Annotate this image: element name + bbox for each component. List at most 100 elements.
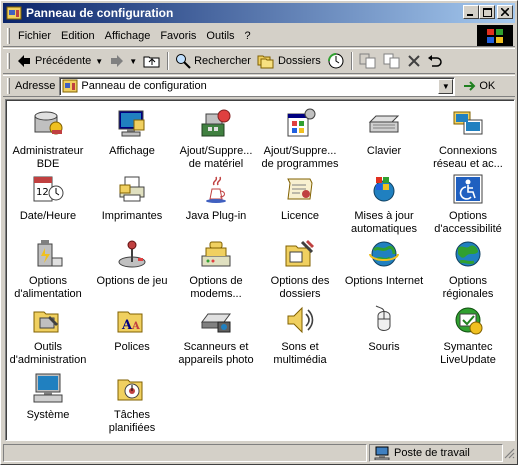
control-panel-item[interactable]: Outils d'administration	[6, 304, 90, 367]
history-button[interactable]	[324, 50, 348, 72]
address-dropdown-button[interactable]: ▼	[438, 78, 454, 94]
control-panel-view[interactable]: Administrateur BDE Affichage Ajout/Suppre.…	[5, 99, 515, 441]
menu-affichage[interactable]: Affichage	[100, 27, 156, 45]
control-panel-item[interactable]: Options de modems...	[174, 238, 258, 301]
undo-button[interactable]	[424, 50, 446, 72]
control-panel-item[interactable]: Options d'accessibilité	[426, 173, 510, 236]
search-button[interactable]: Rechercher	[172, 50, 254, 72]
control-panel-item[interactable]: Java Plug-in	[174, 173, 258, 223]
menu-edition[interactable]: Edition	[56, 27, 100, 45]
network-icon	[453, 111, 483, 135]
folders-button[interactable]: Dossiers	[254, 50, 324, 72]
go-arrow-icon	[464, 81, 476, 91]
minimize-button[interactable]	[463, 5, 479, 19]
control-panel-item-label: Ajout/Suppre... de programmes	[261, 145, 339, 170]
back-dropdown-icon[interactable]: ▼	[95, 57, 103, 66]
control-panel-item[interactable]: Souris	[342, 304, 426, 354]
control-panel-item-label: Options de modems...	[189, 275, 243, 300]
control-panel-item[interactable]: Options régionales	[426, 238, 510, 301]
back-button[interactable]: Précédente ▼	[13, 50, 106, 72]
menu-fichier[interactable]: Fichier	[13, 27, 56, 45]
delete-button[interactable]	[404, 50, 424, 72]
control-panel-item[interactable]: Affichage	[90, 108, 174, 158]
forward-dropdown-icon[interactable]: ▼	[129, 57, 137, 66]
control-panel-item-label: Mises à jour automatiques	[350, 210, 418, 235]
menu-help[interactable]: ?	[240, 27, 256, 45]
maximize-button[interactable]	[479, 5, 495, 19]
keyboard-icon	[368, 115, 400, 133]
undo-icon	[427, 55, 442, 67]
go-label: OK	[479, 80, 496, 92]
control-panel-item-label: Sons et multimédia	[273, 341, 327, 366]
delete-icon	[408, 55, 420, 67]
windows-flag-icon	[487, 28, 503, 43]
control-panel-item-label: Java Plug-in	[185, 210, 247, 222]
control-panel-item[interactable]: Options des dossiers	[258, 238, 342, 301]
control-panel-item-label: Options d'accessibilité	[434, 210, 502, 235]
search-label: Rechercher	[194, 55, 251, 67]
control-panel-item[interactable]: Ajout/Suppre... de matériel	[174, 108, 258, 171]
joystick-icon	[118, 240, 146, 268]
control-panel-item[interactable]: Symantec LiveUpdate	[426, 304, 510, 367]
control-panel-item[interactable]: Connexions réseau et ac...	[426, 108, 510, 171]
control-panel-item[interactable]: Tâches planifiées	[90, 372, 174, 435]
control-panel-item-label: Connexions réseau et ac...	[433, 145, 503, 170]
control-panel-item-label: Ajout/Suppre... de matériel	[179, 145, 253, 170]
windows-logo	[477, 25, 513, 46]
go-button[interactable]: OK	[463, 79, 495, 93]
back-label: Précédente	[35, 55, 92, 67]
control-panel-item[interactable]: Sons et multimédia	[258, 304, 342, 367]
control-panel-item-label: Souris	[368, 341, 400, 353]
control-panel-item-label: Clavier	[366, 145, 402, 157]
resize-grip-icon[interactable]	[503, 447, 515, 459]
control-panel-item[interactable]: Options de jeu	[90, 238, 174, 288]
control-panel-item-label: Système	[26, 409, 70, 421]
copy-to-button[interactable]	[380, 50, 404, 72]
move-to-button[interactable]	[356, 50, 380, 72]
menu-favoris[interactable]: Favoris	[155, 27, 201, 45]
control-panel-icon	[6, 6, 22, 20]
title-bar[interactable]: Panneau de configuration	[3, 3, 515, 23]
control-panel-item[interactable]: Clavier	[342, 108, 426, 158]
address-grip[interactable]	[7, 78, 10, 94]
status-zone-pane: Poste de travail	[369, 444, 503, 462]
admin-tools-icon	[33, 311, 59, 333]
control-panel-item[interactable]: Options d'alimentation	[6, 238, 90, 301]
control-panel-item-label: Tâches planifiées	[108, 409, 156, 434]
history-icon	[327, 53, 344, 69]
control-panel-item[interactable]: Système	[6, 372, 90, 422]
control-panel-item[interactable]: Mises à jour automatiques	[342, 173, 426, 236]
address-bar: Adresse Panneau de configuration ▼ OK	[3, 75, 515, 97]
java-icon	[206, 176, 226, 203]
control-panel-item[interactable]: A A Polices	[90, 304, 174, 354]
power-icon	[37, 240, 63, 267]
forward-arrow-icon	[111, 55, 124, 67]
svg-text:A: A	[131, 321, 140, 332]
toolbar-grip[interactable]	[7, 53, 10, 69]
search-icon	[176, 54, 191, 69]
standard-toolbar: Précédente ▼ ▼ Rechercher Dossiers	[3, 48, 515, 74]
toolbar-separator	[167, 52, 170, 70]
menu-outils[interactable]: Outils	[201, 27, 239, 45]
control-panel-item[interactable]: Ajout/Suppre... de programmes	[258, 108, 342, 171]
control-panel-item[interactable]: 12 Date/Heure	[6, 173, 90, 223]
control-panel-item[interactable]: Licence	[258, 173, 342, 223]
control-panel-item[interactable]: Options Internet	[342, 238, 426, 288]
bde-admin-icon	[34, 111, 63, 135]
control-panel-item-label: Options Internet	[344, 275, 424, 287]
copy-to-icon	[383, 53, 400, 69]
control-panel-item[interactable]: Imprimantes	[90, 173, 174, 223]
control-panel-item[interactable]: Administrateur BDE	[6, 108, 90, 171]
control-panel-item[interactable]: Scanneurs et appareils photo	[174, 304, 258, 367]
control-panel-item-label: Polices	[114, 341, 150, 353]
forward-button[interactable]: ▼	[106, 50, 140, 72]
address-field[interactable]: Panneau de configuration ▼	[59, 76, 456, 96]
svg-text:12: 12	[36, 187, 49, 198]
liveupdate-icon	[455, 307, 483, 335]
fonts-icon: AA	[117, 311, 143, 333]
back-arrow-icon	[18, 55, 30, 67]
scanner-icon	[201, 313, 231, 333]
menu-grip[interactable]	[7, 27, 10, 44]
close-button[interactable]	[497, 5, 513, 19]
up-button[interactable]	[140, 50, 164, 72]
